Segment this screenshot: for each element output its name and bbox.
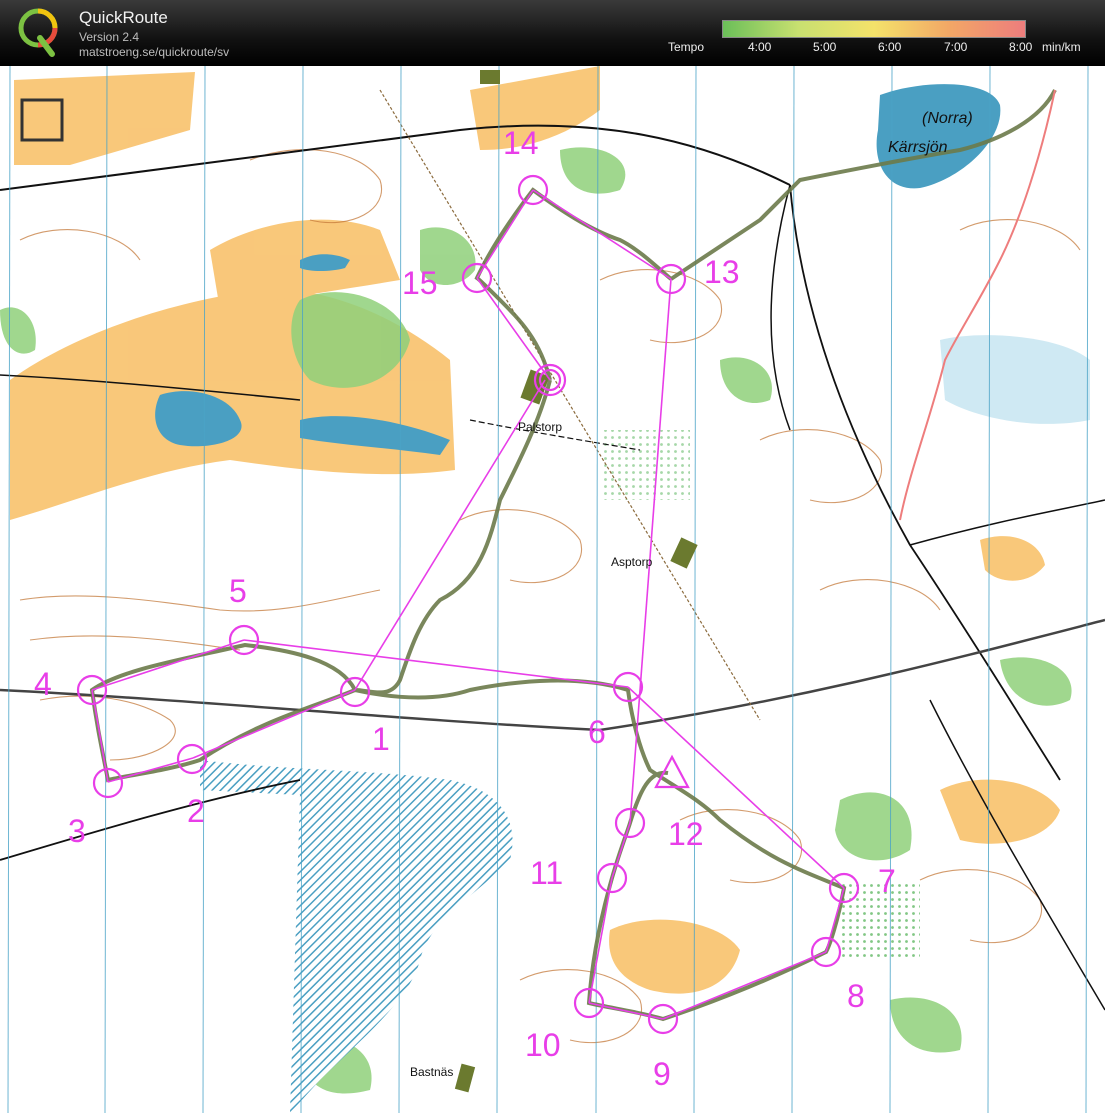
lake-name-line1: (Norra) xyxy=(922,110,973,127)
app-version: Version 2.4 xyxy=(79,30,140,44)
control-number: 11 xyxy=(530,855,563,891)
tempo-tick: 4:00 xyxy=(748,40,772,54)
control-number: 10 xyxy=(525,1027,561,1063)
control-number: 4 xyxy=(34,666,52,702)
control-number: 3 xyxy=(68,813,86,849)
tempo-label: Tempo xyxy=(668,40,705,54)
control-number: 5 xyxy=(229,573,247,609)
app-header: QuickRoute Version 2.4 matstroeng.se/qui… xyxy=(0,0,1105,66)
place-name-asptorp: Asptorp xyxy=(611,555,653,569)
control-number: 9 xyxy=(653,1056,671,1092)
tempo-tick: 7:00 xyxy=(944,40,968,54)
control-number: 14 xyxy=(503,125,539,161)
control-number: 2 xyxy=(187,793,205,829)
tempo-tick: 5:00 xyxy=(813,40,837,54)
place-name-bastnas: Bastnäs xyxy=(410,1065,453,1079)
control-number: 15 xyxy=(402,265,438,301)
map-canvas[interactable]: 1 2 3 4 5 6 7 8 9 10 11 12 13 14 15 (Nor… xyxy=(0,66,1105,1113)
control-number: 12 xyxy=(668,816,704,852)
tempo-unit: min/km xyxy=(1042,40,1081,54)
quickroute-logo-icon xyxy=(18,8,58,57)
control-number: 7 xyxy=(878,863,896,899)
place-name-palstorp: Palstorp xyxy=(518,420,562,434)
tempo-color-scale xyxy=(722,20,1026,38)
control-number: 6 xyxy=(588,714,606,750)
app-title: QuickRoute xyxy=(79,8,168,27)
control-number: 8 xyxy=(847,978,865,1014)
lake-name-line2: Kärrsjön xyxy=(888,139,948,156)
control-number: 13 xyxy=(704,254,740,290)
tempo-tick: 6:00 xyxy=(878,40,902,54)
orienteering-map[interactable]: 1 2 3 4 5 6 7 8 9 10 11 12 13 14 15 (Nor… xyxy=(0,66,1105,1113)
control-number: 1 xyxy=(372,721,390,757)
tempo-tick: 8:00 xyxy=(1009,40,1033,54)
rough-open-area xyxy=(600,430,690,500)
app-url-link[interactable]: matstroeng.se/quickroute/sv xyxy=(79,45,229,59)
